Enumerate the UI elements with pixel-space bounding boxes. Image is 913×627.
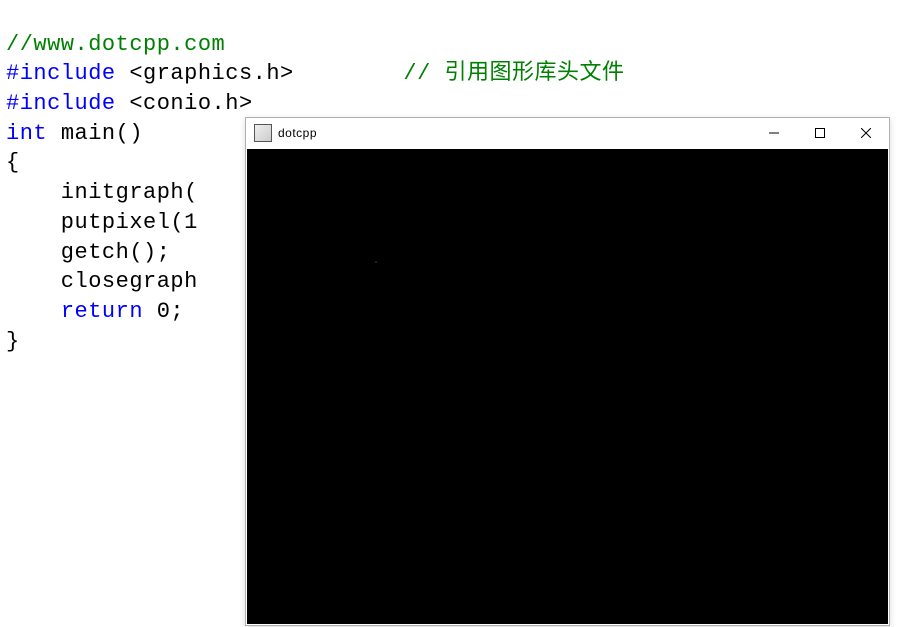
app-icon xyxy=(254,124,272,142)
maximize-icon xyxy=(815,128,825,138)
graphics-canvas xyxy=(247,149,888,624)
code-statement: getch(); xyxy=(6,240,170,265)
window-titlebar[interactable]: dotcpp xyxy=(246,118,889,148)
close-icon xyxy=(861,128,871,138)
minimize-icon xyxy=(769,128,779,138)
code-include-file: <conio.h> xyxy=(129,91,252,116)
code-comment: // 引用图形库头文件 xyxy=(403,61,624,86)
code-include-file: <graphics.h> xyxy=(129,61,293,86)
code-statement: initgraph( xyxy=(6,180,198,205)
code-brace: } xyxy=(6,329,20,354)
code-return-val: 0; xyxy=(157,299,184,324)
code-comment: //www.dotcpp.com xyxy=(6,32,225,57)
output-window: dotcpp xyxy=(245,117,890,626)
code-keyword: return xyxy=(61,299,157,324)
code-preprocessor: #include xyxy=(6,91,129,116)
close-button[interactable] xyxy=(843,118,889,148)
window-controls xyxy=(751,118,889,148)
maximize-button[interactable] xyxy=(797,118,843,148)
window-title: dotcpp xyxy=(278,126,751,140)
code-keyword: int xyxy=(6,121,61,146)
code-main: main() xyxy=(61,121,143,146)
code-statement: closegraph xyxy=(6,269,198,294)
code-preprocessor: #include xyxy=(6,61,129,86)
pixel-output xyxy=(375,261,377,263)
code-brace: { xyxy=(6,150,20,175)
minimize-button[interactable] xyxy=(751,118,797,148)
code-statement: putpixel(1 xyxy=(6,210,198,235)
